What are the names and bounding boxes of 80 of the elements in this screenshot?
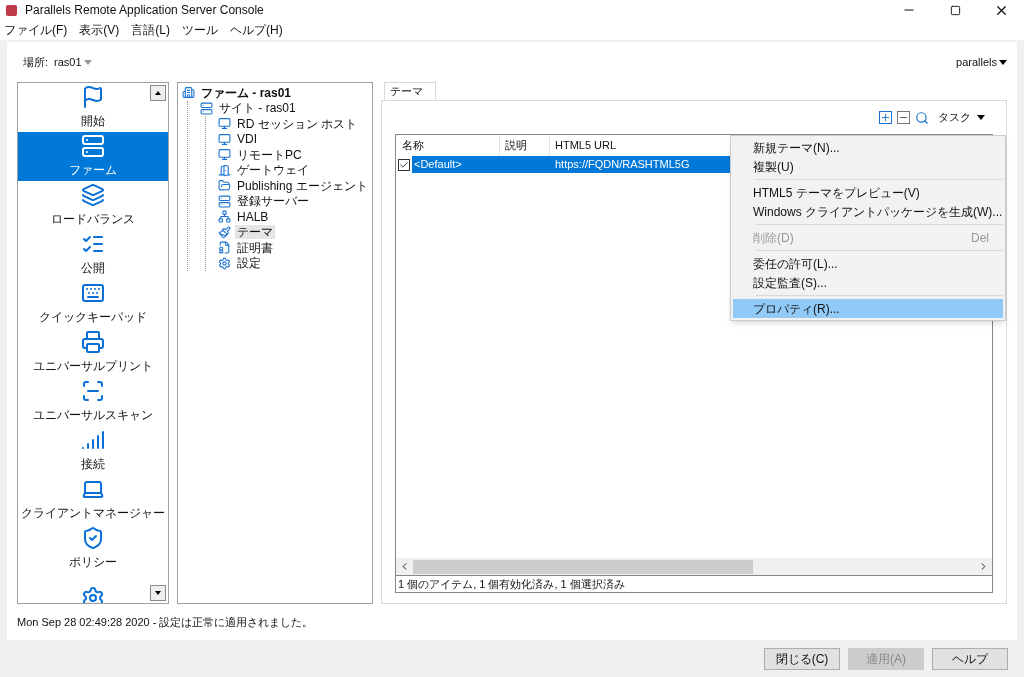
location-label: 場所:: [23, 54, 49, 70]
location-dropdown[interactable]: ras01: [54, 53, 92, 71]
signal-icon: [81, 428, 105, 452]
horizontal-scrollbar[interactable]: [396, 558, 992, 575]
nav-item[interactable]: クイックキーパッド: [18, 279, 168, 328]
server-icon: [81, 134, 105, 158]
tab[interactable]: テーマ: [384, 82, 436, 100]
tree-item[interactable]: HALB: [235, 209, 271, 224]
caret-icon: [999, 59, 1007, 65]
dialog-button[interactable]: ヘルプ: [932, 647, 1008, 670]
printer-icon: [81, 330, 105, 354]
caret-icon: [83, 59, 92, 65]
certificate-icon: [218, 241, 231, 255]
network-icon: [218, 210, 231, 224]
nav-item[interactable]: ポリシー: [18, 524, 168, 573]
door-icon: [218, 163, 231, 177]
nav-item[interactable]: ロードバランス: [18, 181, 168, 230]
server-icon: [218, 194, 231, 208]
tree-item[interactable]: 登録サーバー: [235, 194, 311, 209]
tree-item[interactable]: サイト - ras01: [217, 101, 298, 116]
nav-item[interactable]: ファーム: [18, 132, 168, 181]
nav-item[interactable]: 接続: [18, 426, 168, 475]
add-icon[interactable]: [879, 111, 892, 124]
flag-icon: [81, 85, 105, 109]
search-icon[interactable]: [915, 110, 929, 125]
tree-item[interactable]: テーマ: [235, 225, 275, 240]
user-menu[interactable]: parallels: [956, 53, 1007, 71]
status-message: Mon Sep 28 02:49:28 2020 - 設定は正常に適用されました。: [17, 614, 314, 630]
app-icon: [6, 4, 17, 16]
check-icon: [399, 159, 409, 170]
tree-item[interactable]: 設定: [235, 256, 263, 271]
scrollbar-thumb[interactable]: [413, 559, 753, 574]
tree-item[interactable]: ゲートウェイ: [235, 163, 311, 178]
tasks-dropdown[interactable]: タスク: [938, 109, 985, 126]
menu-item[interactable]: 設定監査(S)...: [733, 273, 1003, 292]
remove-icon[interactable]: [897, 111, 910, 124]
window-title: Parallels Remote Application Server Console: [25, 2, 264, 19]
server-icon: [200, 101, 213, 115]
table-status: 1 個のアイテム, 1 個有効化済み, 1 個選択済み: [397, 576, 625, 592]
caret-icon: [977, 115, 985, 120]
menu-item[interactable]: 委任の許可(L)...: [733, 254, 1003, 273]
menu-item[interactable]: HTML5 テーマをプレビュー(V): [733, 183, 1003, 202]
tree-item[interactable]: Publishing エージェント: [235, 178, 370, 193]
menu-item[interactable]: ヘルプ(H): [230, 21, 283, 39]
keyboard-icon: [81, 281, 105, 305]
monitor-icon: [218, 117, 231, 131]
row-checkbox[interactable]: [398, 158, 410, 171]
monitor-icon: [218, 132, 231, 146]
tree-item[interactable]: リモートPC: [235, 147, 304, 162]
menu-item[interactable]: ファイル(F): [4, 21, 68, 39]
scanner-icon: [81, 379, 105, 403]
stacked-layers-icon: [81, 183, 105, 207]
down-arrow-icon: [155, 591, 161, 595]
nav-item[interactable]: ユニバーサルスキャン: [18, 377, 168, 426]
menu-item[interactable]: プロパティ(R)...: [733, 299, 1003, 318]
maximize-icon: [949, 4, 961, 16]
scroll-up-button[interactable]: [150, 85, 166, 101]
folder-icon: [218, 179, 231, 193]
dialog-button[interactable]: 閉じる(C): [764, 647, 840, 670]
nav-item[interactable]: クライアントマネージャー: [18, 475, 168, 524]
nav-item[interactable]: ユニバーサルプリント: [18, 328, 168, 377]
tree-item[interactable]: 証明書: [235, 240, 275, 255]
menu-item[interactable]: 新規テーマ(N)...: [733, 138, 1003, 157]
nav-item[interactable]: 公開: [18, 230, 168, 279]
tree-item[interactable]: ファーム - ras01: [199, 85, 294, 100]
building-icon: [182, 86, 195, 100]
up-arrow-icon: [155, 91, 161, 95]
settings-icon: [81, 585, 105, 603]
shield-icon: [81, 526, 105, 550]
tree-item[interactable]: VDI: [235, 132, 259, 147]
tree-item[interactable]: RD セッション ホスト: [235, 116, 359, 131]
menu-item[interactable]: ツール: [182, 21, 218, 39]
menu-item[interactable]: 言語(L): [131, 21, 170, 39]
monitor-icon: [218, 148, 231, 162]
paintbrush-icon: [218, 225, 231, 239]
menu-item[interactable]: Windows クライアントパッケージを生成(W)...: [733, 202, 1003, 221]
scroll-down-button[interactable]: [150, 585, 166, 601]
menu-item[interactable]: 表示(V): [79, 21, 120, 39]
settings-icon: [218, 256, 231, 270]
nav-item[interactable]: 開始: [18, 83, 168, 132]
